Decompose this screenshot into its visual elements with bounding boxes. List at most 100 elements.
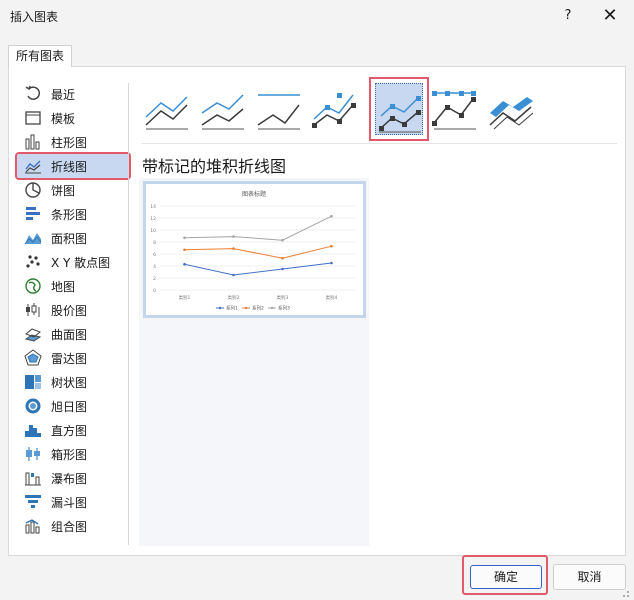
- map-chart-icon: [24, 277, 42, 295]
- preview-series-marker: [281, 256, 284, 260]
- preview-legend-label: 系列3: [278, 305, 290, 312]
- sidebar-item-label: 箱形图: [51, 447, 88, 462]
- sidebar-item-label: 树状图: [51, 375, 88, 390]
- preview-series-marker: [281, 238, 284, 242]
- subtype-stacked-line-markers[interactable]: [369, 77, 429, 141]
- preview-series-line: [184, 245, 332, 259]
- sidebar-item-pie-chart[interactable]: 饼图: [17, 178, 129, 202]
- bar-chart-icon: [24, 205, 42, 223]
- preview-chart-svg: 图表标题 14 12 10 8 6 4 2 0 类别1 类别2 类别3 类别4 系列1 系列2 系列3: [150, 190, 356, 312]
- sidebar-item-label: 柱形图: [51, 135, 88, 150]
- radar-chart-icon: [24, 349, 42, 367]
- preview-legend-label: 系列2: [252, 305, 264, 312]
- area-chart-icon: [24, 229, 42, 247]
- sidebar-item-line-chart[interactable]: 折线图: [15, 152, 131, 180]
- preview-series-line: [184, 215, 332, 241]
- subtype-3d-line[interactable]: [487, 83, 535, 135]
- sidebar-item-template[interactable]: 模板: [17, 106, 129, 130]
- sidebar-item-funnel-chart[interactable]: 漏斗图: [17, 490, 129, 514]
- sidebar-item-area-chart[interactable]: 面积图: [17, 226, 129, 250]
- preview-ytick-label: 12: [150, 216, 156, 222]
- subtype-percent-stacked-line[interactable]: [255, 83, 303, 135]
- preview-ytick-label: 0: [153, 288, 156, 294]
- resize-grip-icon[interactable]: [620, 588, 630, 598]
- sidebar-item-combo-chart[interactable]: 组合图: [17, 514, 129, 538]
- subtype-percent-stacked-line-markers[interactable]: [431, 83, 479, 135]
- preview-chart-title: 图表标题: [242, 190, 266, 198]
- sidebar-item-radar-chart[interactable]: 雷达图: [17, 346, 129, 370]
- cancel-button[interactable]: 取消: [553, 564, 626, 590]
- preview-xtick-label: 类别2: [228, 294, 240, 301]
- preview-legend-marker: [218, 306, 222, 310]
- template-icon: [24, 109, 42, 127]
- sidebar-item-scatter-chart[interactable]: X Y 散点图: [17, 250, 129, 274]
- stacked-line-markers-subtype-icon: [379, 96, 421, 133]
- sidebar-item-label: 折线图: [51, 159, 88, 174]
- sidebar-item-map-chart[interactable]: 地图: [17, 274, 129, 298]
- sidebar-item-column-chart[interactable]: 柱形图: [17, 130, 129, 154]
- help-button[interactable]: ?: [556, 4, 580, 28]
- histogram-chart-icon: [24, 421, 42, 439]
- title-bar: 插入图表 ? ✕: [0, 0, 634, 32]
- sidebar-item-bar-chart[interactable]: 条形图: [17, 202, 129, 226]
- line-chart-icon: [24, 157, 42, 175]
- column-chart-icon: [24, 133, 42, 151]
- subtype-line-markers[interactable]: [311, 83, 359, 135]
- sidebar-item-label: 瀑布图: [51, 471, 88, 486]
- preview-series-marker: [232, 235, 235, 238]
- chart-category-list: 最近模板柱形图折线图饼图条形图面积图 X Y 散点图 地图股价图曲面图雷达图树状图旭…: [15, 82, 131, 538]
- sidebar-item-recent[interactable]: 最近: [17, 82, 129, 106]
- tab-all-charts[interactable]: 所有图表: [8, 45, 72, 67]
- subtype-title: 带标记的堆积折线图: [142, 157, 287, 176]
- sidebar-item-treemap-chart[interactable]: 树状图: [17, 370, 129, 394]
- chart-panel: 最近模板柱形图折线图饼图条形图面积图 X Y 散点图 地图股价图曲面图雷达图树状图旭…: [8, 66, 626, 556]
- preview-series-marker: [330, 214, 333, 218]
- sidebar-item-label: 最近: [51, 87, 76, 102]
- preview-series-marker: [232, 273, 235, 277]
- sidebar-item-sunburst-chart[interactable]: 旭日图: [17, 394, 129, 418]
- ok-button[interactable]: 确定: [470, 565, 542, 589]
- stacked-line-subtype-icon: [201, 94, 244, 130]
- preview-ytick-label: 2: [153, 276, 156, 282]
- box-whisker-chart-icon: [24, 445, 42, 463]
- sidebar-item-box-whisker-chart[interactable]: 箱形图: [17, 442, 129, 466]
- sidebar-item-label: 条形图: [51, 207, 88, 222]
- chart-preview[interactable]: 图表标题 14 12 10 8 6 4 2 0 类别1 类别2 类别3 类别4 系列1 系列2 系列3: [143, 181, 366, 318]
- preview-xtick-label: 类别4: [326, 294, 338, 301]
- preview-xtick-label: 类别1: [179, 294, 191, 301]
- subtype-stacked-line[interactable]: [199, 83, 247, 135]
- sidebar-item-label: 雷达图: [51, 351, 88, 366]
- sidebar-item-label: 旭日图: [51, 399, 88, 414]
- preview-series-marker: [183, 248, 186, 252]
- panel-divider: [128, 83, 129, 545]
- close-button[interactable]: ✕: [596, 4, 624, 28]
- sidebar-item-stock-chart[interactable]: 股价图: [17, 298, 129, 322]
- 3d-line-subtype-icon: [489, 97, 534, 130]
- sidebar-item-histogram-chart[interactable]: 直方图: [17, 418, 129, 442]
- preview-xtick-label: 类别3: [277, 294, 289, 301]
- preview-ytick-label: 14: [150, 204, 156, 210]
- preview-ytick-label: 8: [153, 240, 156, 246]
- sidebar-item-label: 组合图: [51, 519, 88, 534]
- percent-stacked-line-subtype-icon: [257, 94, 300, 130]
- preview-ytick-label: 10: [150, 228, 156, 234]
- sidebar-item-label: 模板: [51, 111, 76, 126]
- sidebar-item-waterfall-chart[interactable]: 瀑布图: [17, 466, 129, 490]
- sidebar-item-surface-chart[interactable]: 曲面图: [17, 322, 129, 346]
- preview-series-marker: [183, 262, 186, 266]
- waterfall-chart-icon: [24, 469, 42, 487]
- surface-chart-icon: [24, 325, 42, 343]
- subtype-line[interactable]: [143, 83, 191, 135]
- sidebar-item-label: 地图: [51, 279, 76, 294]
- preview-legend-marker: [244, 306, 248, 310]
- line-markers-subtype-icon: [312, 93, 356, 128]
- sidebar-item-label: X Y 散点图: [51, 255, 111, 270]
- subtype-separator: [141, 143, 617, 144]
- sidebar-item-label: 曲面图: [51, 327, 88, 342]
- preview-series-marker: [232, 247, 235, 250]
- sidebar-item-label: 饼图: [51, 183, 76, 198]
- preview-series-line: [184, 262, 332, 276]
- sidebar-item-label: 股价图: [51, 303, 88, 318]
- preview-legend-marker: [270, 306, 274, 310]
- dialog-title: 插入图表: [10, 10, 59, 24]
